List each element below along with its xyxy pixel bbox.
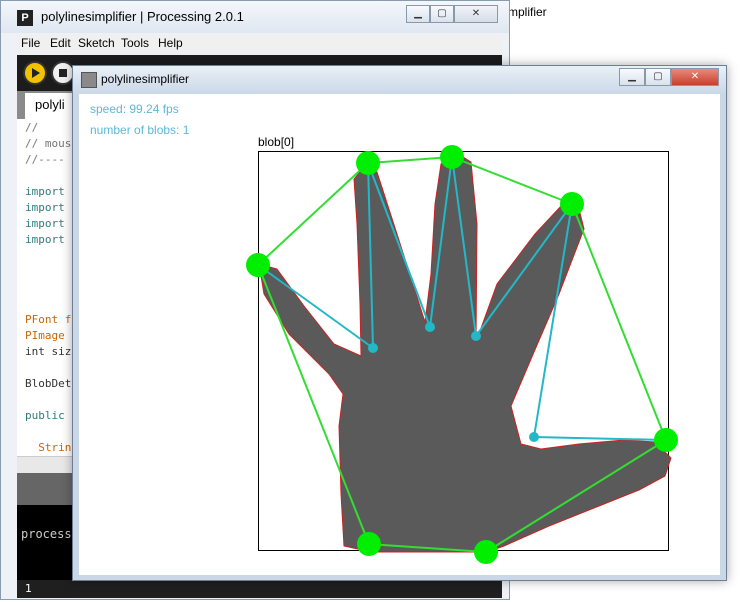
- menu-sketch[interactable]: Sketch: [78, 36, 115, 50]
- code-line: int siz: [25, 345, 72, 358]
- hull-point: [440, 145, 464, 169]
- close-icon: ✕: [471, 8, 481, 19]
- code-line: import: [25, 233, 65, 246]
- defect-point: [425, 322, 435, 332]
- processing-app-icon: P: [17, 10, 33, 26]
- hull-point: [356, 151, 380, 175]
- sketch-canvas[interactable]: speed: 99.24 fps number of blobs: 1 blob…: [79, 94, 720, 575]
- hull-point: [560, 192, 584, 216]
- code-line: BlobDet: [25, 377, 72, 390]
- code-line: //----: [25, 153, 65, 166]
- ide-minimize-button[interactable]: ▁: [406, 5, 430, 23]
- minimize-icon: ▁: [414, 8, 422, 19]
- hull-point: [474, 540, 498, 564]
- hull-point: [357, 532, 381, 556]
- defect-point: [368, 343, 378, 353]
- minimize-icon: ▁: [628, 71, 636, 82]
- code-line: // mous: [25, 137, 72, 150]
- maximize-icon: ▢: [437, 8, 447, 19]
- run-button[interactable]: [23, 61, 47, 85]
- ide-titlebar: P polylinesimplifier | Processing 2.0.1 …: [1, 1, 509, 33]
- finger-line: [533, 436, 667, 441]
- menu-edit[interactable]: Edit: [50, 36, 71, 50]
- sketch-window: polylinesimplifier ▁ ▢ ✕ speed: 99.24 fp…: [72, 65, 727, 581]
- code-line: import: [25, 185, 65, 198]
- sketch-close-button[interactable]: ✕: [671, 68, 719, 86]
- background-window-title: mplifier: [508, 5, 547, 19]
- code-line: PFont f: [25, 313, 72, 326]
- code-line: //: [25, 121, 39, 134]
- sketch-titlebar: polylinesimplifier ▁ ▢ ✕: [73, 66, 726, 94]
- line-status-bar: 1: [17, 580, 502, 598]
- defect-point: [529, 432, 539, 442]
- hull-line: [257, 162, 369, 266]
- hull-line: [571, 203, 667, 441]
- hull-point: [246, 253, 270, 277]
- ide-window-title: polylinesimplifier | Processing 2.0.1: [41, 9, 244, 24]
- menu-file[interactable]: File: [21, 36, 40, 50]
- ide-menubar: File Edit Sketch Tools Help: [17, 34, 502, 54]
- sketch-maximize-button[interactable]: ▢: [645, 68, 671, 86]
- code-line: import: [25, 201, 65, 214]
- stop-icon: [59, 69, 67, 77]
- hull-line: [367, 156, 453, 164]
- menu-tools[interactable]: Tools: [121, 36, 149, 50]
- hand-silhouette: [258, 151, 672, 553]
- code-line: PImage: [25, 329, 65, 342]
- menu-help[interactable]: Help: [158, 36, 183, 50]
- line-number: 1: [25, 582, 32, 595]
- ide-close-button[interactable]: ✕: [454, 5, 498, 23]
- sketch-minimize-button[interactable]: ▁: [619, 68, 645, 86]
- defect-point: [471, 331, 481, 341]
- code-line: import: [25, 217, 65, 230]
- close-icon: ✕: [690, 71, 700, 82]
- code-line: public: [25, 409, 65, 422]
- console-text: process: [21, 527, 72, 541]
- ide-maximize-button[interactable]: ▢: [430, 5, 454, 23]
- play-icon: [32, 68, 40, 78]
- sketch-window-icon: [81, 72, 97, 88]
- code-line: Strin: [25, 441, 72, 454]
- sketch-window-title: polylinesimplifier: [101, 72, 190, 86]
- blob-visualization: [246, 145, 678, 564]
- maximize-icon: ▢: [653, 71, 663, 82]
- hull-point: [654, 428, 678, 452]
